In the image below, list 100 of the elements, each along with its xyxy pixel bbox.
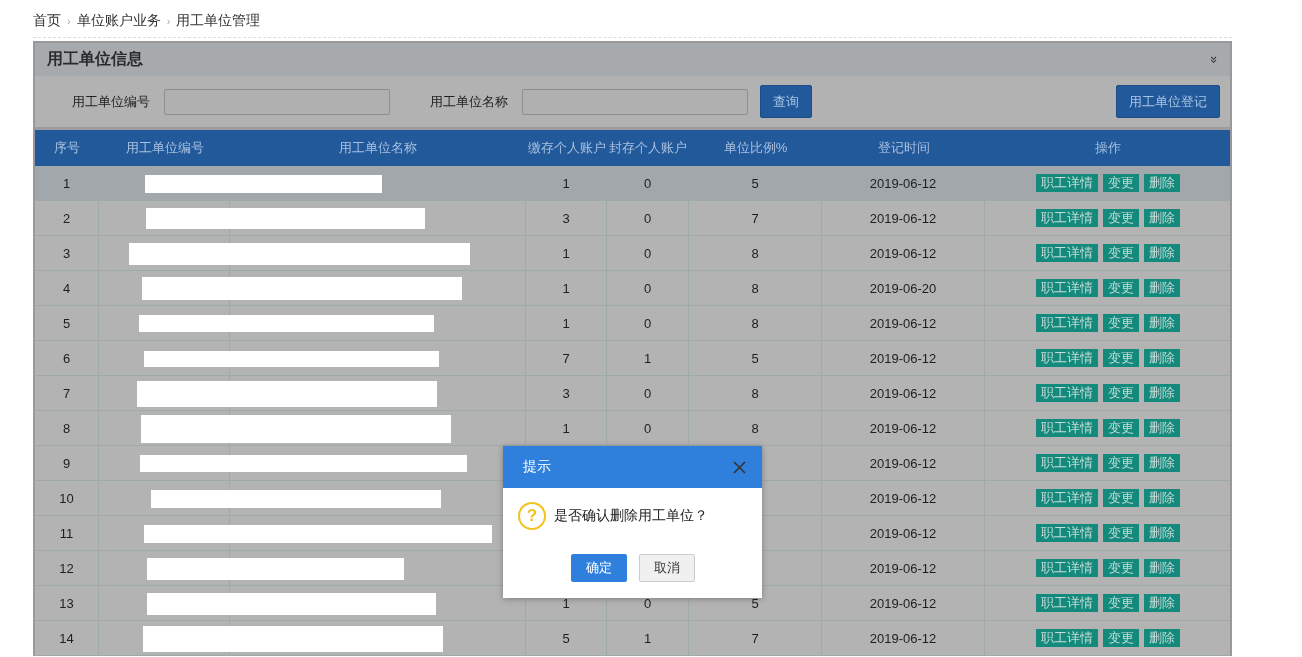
collapse-icon[interactable]: » [1206,55,1222,64]
table-cell: 1 [526,306,607,340]
table-cell: 8 [689,376,822,410]
table-cell: 2019-06-12 [822,551,985,585]
table-cell: 2019-06-12 [822,621,985,655]
action-button[interactable]: 变更 [1102,559,1139,577]
query-button[interactable]: 查询 [760,85,812,118]
action-button[interactable]: 职工详情 [1035,244,1098,262]
table-row[interactable]: 8 1 0 8 2019-06-12 职工详情 变更 删除 [35,411,1230,446]
input-field[interactable] [164,88,390,115]
table-cell: 13 [35,586,99,620]
action-button[interactable]: 职工详情 [1035,279,1098,297]
breadcrumb-link[interactable]: 单位账户业务 [76,11,161,30]
column-header: 用工单位编号 [124,139,205,157]
action-button[interactable]: 删除 [1143,279,1180,297]
table-cell: 0 [607,376,689,410]
action-button[interactable]: 职工详情 [1035,489,1098,507]
action-button[interactable]: 删除 [1143,559,1180,577]
table-cell: 2019-06-12 [822,446,985,480]
table-cell: 1 [526,236,607,270]
action-button[interactable]: 职工详情 [1035,209,1098,227]
cancel-button[interactable]: 取消 [638,554,695,582]
action-button[interactable]: 职工详情 [1035,629,1098,647]
table-row[interactable]: 4 1 0 8 2019-06-20 职工详情 变更 删除 [35,271,1230,306]
action-button[interactable]: 职工详情 [1035,174,1098,192]
breadcrumb-link[interactable]: 用工单位管理 [176,11,261,30]
table-cell: 2019-06-12 [822,306,985,340]
action-button[interactable]: 删除 [1143,524,1180,542]
table-cell: 2019-06-12 [822,411,985,445]
dialog-title: 提示 [523,458,551,476]
table-cell: 0 [607,271,689,305]
breadcrumb-link[interactable]: 首页 [33,11,61,30]
action-button[interactable]: 职工详情 [1035,384,1098,402]
table-row[interactable]: 14 5 1 7 2019-06-12 职工详情 变更 删除 [35,621,1230,656]
confirm-button[interactable]: 确定 [570,554,627,582]
table-cell: 5 [35,306,99,340]
table-cell: 9 [35,446,99,480]
table-row[interactable]: 7 3 0 8 2019-06-12 职工详情 变更 删除 [35,376,1230,411]
action-button[interactable]: 删除 [1143,419,1180,437]
column-header: 用工单位名称 [338,139,418,157]
table-cell: 8 [689,236,822,270]
action-button[interactable]: 删除 [1143,314,1180,332]
table-cell: 1 [526,166,607,200]
column-header: 登记时间 [876,139,931,157]
action-button[interactable]: 删除 [1143,244,1180,262]
table-cell: 7 [689,621,822,655]
action-button[interactable]: 职工详情 [1035,314,1098,332]
action-button[interactable]: 职工详情 [1035,524,1098,542]
column-header: 单位比例% [722,139,789,157]
action-button[interactable]: 删除 [1143,349,1180,367]
table-cell: 7 [689,201,822,235]
action-button[interactable]: 变更 [1102,489,1139,507]
field-label: 用工单位编号 [72,92,150,111]
table-cell: 7 [526,341,607,375]
action-button[interactable]: 删除 [1143,209,1180,227]
table-cell: 2 [35,201,99,235]
table-cell: 1 [607,341,689,375]
action-button[interactable]: 职工详情 [1035,559,1098,577]
action-button[interactable]: 变更 [1102,594,1139,612]
action-button[interactable]: 删除 [1143,384,1180,402]
table-cell: 5 [689,341,822,375]
input-field[interactable] [522,88,748,115]
table-cell: 2019-06-12 [822,481,985,515]
action-button[interactable]: 删除 [1143,489,1180,507]
action-button[interactable]: 职工详情 [1035,349,1098,367]
action-button[interactable]: 职工详情 [1035,454,1098,472]
action-button[interactable]: 删除 [1143,594,1180,612]
table-cell: 2019-06-12 [822,341,985,375]
table-row[interactable]: 2 3 0 7 2019-06-12 职工详情 变更 删除 [35,201,1230,236]
action-button[interactable]: 删除 [1143,174,1180,192]
action-button[interactable]: 变更 [1102,349,1139,367]
table-cell: 8 [35,411,99,445]
action-button[interactable]: 变更 [1102,629,1139,647]
close-icon[interactable] [733,460,746,474]
action-button[interactable]: 变更 [1102,524,1139,542]
question-icon: ? [518,502,546,530]
action-button[interactable]: 职工详情 [1035,419,1098,437]
table-cell: 8 [689,271,822,305]
action-button[interactable]: 变更 [1102,244,1139,262]
table-row[interactable]: 3 1 0 8 2019-06-12 职工详情 变更 删除 [35,236,1230,271]
table-cell: 2019-06-12 [822,201,985,235]
action-button[interactable]: 变更 [1102,209,1139,227]
table-cell: 7 [35,376,99,410]
action-button[interactable]: 删除 [1143,454,1180,472]
action-button[interactable]: 变更 [1102,384,1139,402]
action-button[interactable]: 变更 [1102,419,1139,437]
table-row[interactable]: 5 1 0 8 2019-06-12 职工详情 变更 删除 [35,306,1230,341]
action-button[interactable]: 变更 [1102,279,1139,297]
action-button[interactable]: 删除 [1143,629,1180,647]
action-button[interactable]: 变更 [1102,174,1139,192]
table-row[interactable]: 1 1 0 5 2019-06-12 职工详情 变更 删除 [35,166,1230,201]
table-cell: 2019-06-12 [822,166,985,200]
register-button[interactable]: 用工单位登记 [1116,85,1220,118]
table-row[interactable]: 6 7 1 5 2019-06-12 职工详情 变更 删除 [35,341,1230,376]
action-button[interactable]: 变更 [1102,314,1139,332]
table-cell: 2019-06-12 [822,376,985,410]
action-button[interactable]: 职工详情 [1035,594,1098,612]
action-button[interactable]: 变更 [1102,454,1139,472]
table-row[interactable]: 13 1 0 5 2019-06-12 职工详情 变更 删除 [35,586,1230,621]
column-header: 封存个人账户 [608,139,688,157]
